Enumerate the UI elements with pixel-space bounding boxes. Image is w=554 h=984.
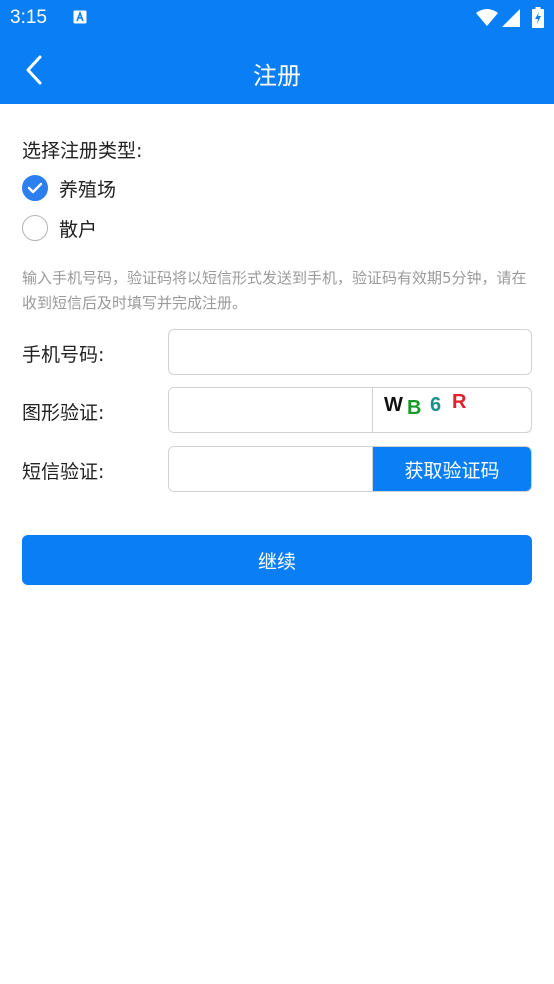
radio-checked-icon <box>22 175 48 201</box>
radio-label-individual: 散户 <box>59 218 98 241</box>
captcha-char: R <box>452 391 467 413</box>
app-bar: 注册 <box>0 36 554 104</box>
wifi-icon <box>476 9 498 26</box>
captcha-char: W <box>384 394 403 416</box>
signal-icon <box>502 9 520 27</box>
page-title: 注册 <box>253 62 301 90</box>
sms-group: 获取验证码 <box>168 446 532 492</box>
captcha-group: W B 6 R <box>168 387 532 433</box>
captcha-char: 6 <box>430 394 442 416</box>
registration-type-label: 选择注册类型: <box>22 140 143 162</box>
get-code-button[interactable]: 获取验证码 <box>373 447 531 491</box>
captcha-label: 图形验证: <box>22 402 105 424</box>
sms-code-input[interactable] <box>169 447 372 491</box>
radio-label-farm: 养殖场 <box>59 178 117 201</box>
phone-field-box <box>168 329 532 375</box>
status-time: 3:15 <box>10 7 47 28</box>
captcha-input[interactable] <box>169 388 372 432</box>
phone-label: 手机号码: <box>22 344 105 366</box>
captcha-char: B <box>407 397 422 419</box>
continue-button[interactable]: 继续 <box>22 535 532 585</box>
notification-a-icon <box>73 10 87 24</box>
radio-option-farm[interactable]: 养殖场 <box>22 174 116 202</box>
status-bar: 3:15 <box>0 0 554 36</box>
radio-option-individual[interactable]: 散户 <box>22 214 97 242</box>
sms-label: 短信验证: <box>22 461 105 483</box>
phone-input[interactable] <box>169 330 531 374</box>
battery-charging-icon <box>532 7 544 28</box>
radio-unchecked-icon <box>22 215 48 241</box>
captcha-image[interactable]: W B 6 R <box>373 388 531 432</box>
sms-hint-text: 输入手机号码，验证码将以短信形式发送到手机，验证码有效期5分钟，请在收到短信后及… <box>22 269 527 312</box>
